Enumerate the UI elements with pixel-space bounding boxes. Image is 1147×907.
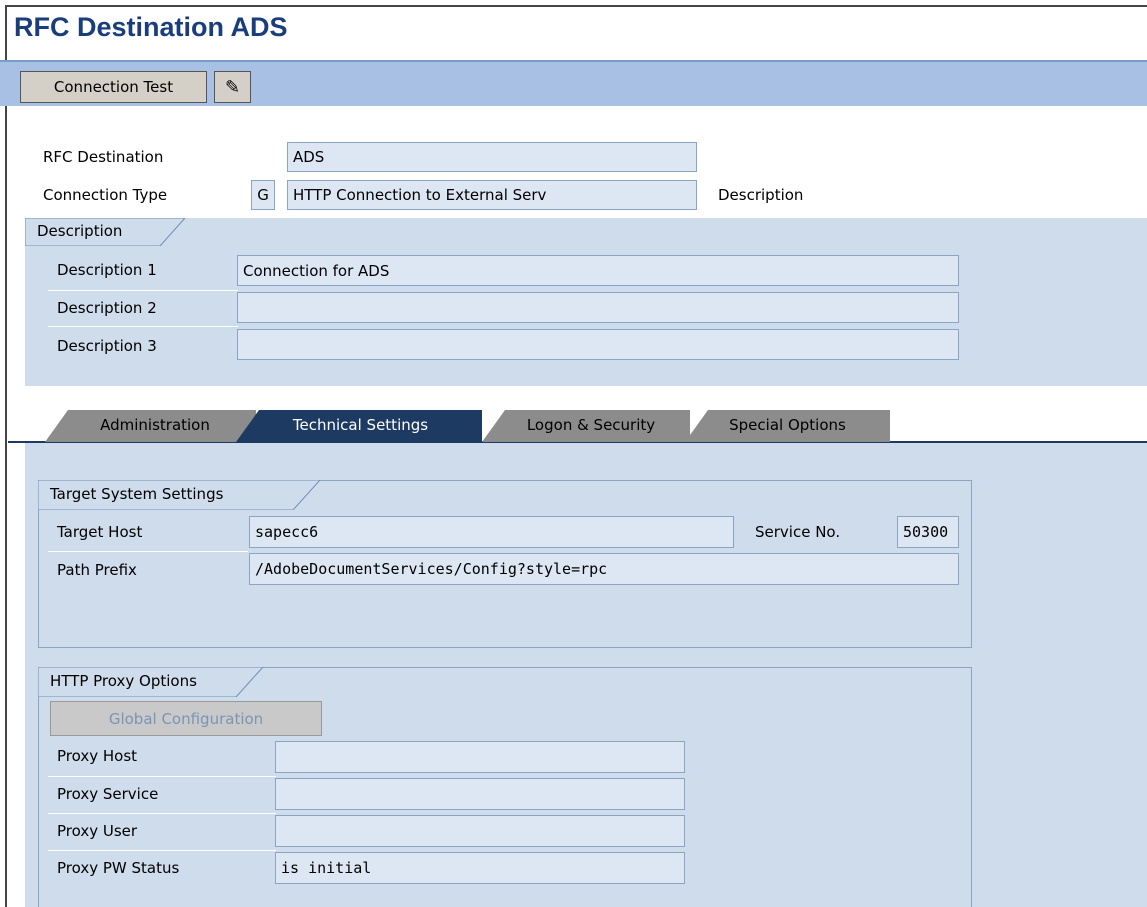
edit-pencil-icon: ✎ [224, 76, 241, 98]
global-configuration-button[interactable]: Global Configuration [50, 701, 322, 736]
row-divider [48, 326, 238, 327]
row-divider [48, 776, 276, 777]
connection-type-field: HTTP Connection to External Serv [287, 180, 697, 210]
target-host-field[interactable]: sapecc6 [249, 516, 734, 548]
row-divider [48, 813, 276, 814]
proxy-service-field[interactable] [275, 778, 685, 810]
connection-type-code-field[interactable]: G [251, 180, 275, 210]
description-1-label: Description 1 [57, 261, 157, 279]
target-system-group-title: Target System Settings [50, 485, 224, 503]
description-3-label: Description 3 [57, 337, 157, 355]
description-group-title: Description [37, 222, 123, 240]
tab-logon-security[interactable]: Logon & Security [500, 410, 682, 440]
target-host-label: Target Host [57, 523, 143, 541]
description-2-label: Description 2 [57, 299, 157, 317]
tab-administration[interactable]: Administration [70, 410, 240, 440]
connection-type-description-label: Description [718, 186, 804, 204]
row-divider [48, 850, 276, 851]
connection-test-button[interactable]: Connection Test [20, 71, 207, 103]
description-2-field[interactable] [237, 292, 959, 323]
page-title: RFC Destination ADS [14, 12, 288, 42]
edit-button[interactable]: ✎ [214, 71, 251, 103]
tab-special-options[interactable]: Special Options [700, 410, 875, 440]
service-no-field[interactable]: 50300 [897, 516, 959, 548]
rfc-destination-label: RFC Destination [43, 148, 164, 166]
row-divider [48, 551, 248, 552]
proxy-host-field[interactable] [275, 741, 685, 773]
proxy-pw-status-field: is initial [275, 852, 685, 884]
proxy-user-field[interactable] [275, 815, 685, 847]
path-prefix-label: Path Prefix [57, 561, 137, 579]
tab-technical-settings[interactable]: Technical Settings [258, 410, 463, 440]
target-system-group-header: Target System Settings [38, 480, 320, 510]
description-1-field[interactable]: Connection for ADS [237, 255, 959, 286]
proxy-pw-status-label: Proxy PW Status [57, 859, 180, 877]
connection-type-label: Connection Type [43, 186, 168, 204]
row-divider [48, 290, 238, 291]
proxy-user-label: Proxy User [57, 822, 138, 840]
rfc-destination-field[interactable]: ADS [287, 142, 697, 172]
http-proxy-group-header: HTTP Proxy Options [38, 667, 263, 697]
proxy-host-label: Proxy Host [57, 747, 138, 765]
path-prefix-field[interactable]: /AdobeDocumentServices/Config?style=rpc [249, 553, 959, 585]
description-3-field[interactable] [237, 329, 959, 360]
service-no-label: Service No. [755, 523, 841, 541]
description-group-header: Description [25, 218, 185, 246]
proxy-service-label: Proxy Service [57, 785, 159, 803]
http-proxy-group-title: HTTP Proxy Options [50, 672, 197, 690]
